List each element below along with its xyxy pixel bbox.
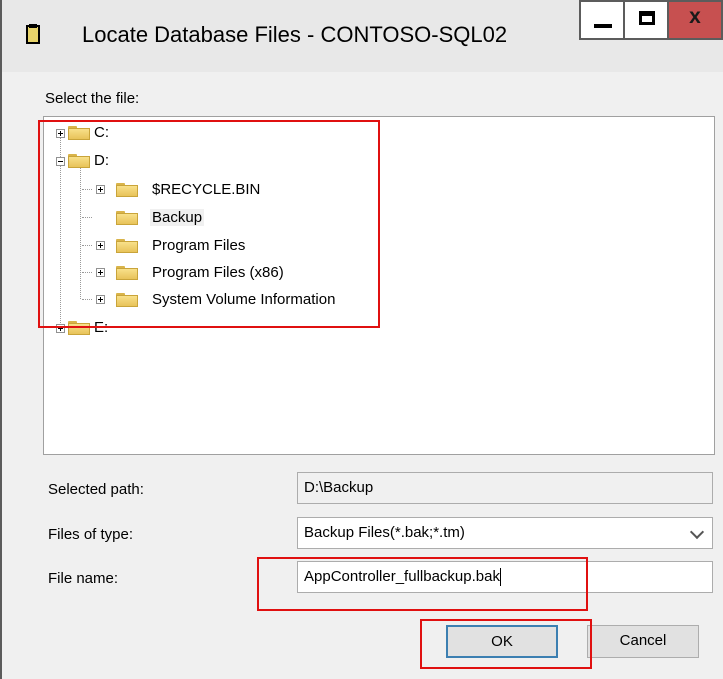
highlight-box-file-name: [257, 557, 588, 611]
close-icon: x: [689, 5, 701, 28]
files-of-type-label: Files of type:: [48, 526, 134, 543]
minimize-button[interactable]: [579, 0, 625, 40]
window-title: Locate Database Files - CONTOSO-SQL02: [82, 22, 508, 47]
selected-path-field: D:\Backup: [297, 472, 713, 504]
cancel-button[interactable]: Cancel: [587, 625, 699, 658]
locate-database-files-dialog: Locate Database Files - CONTOSO-SQL02 x …: [0, 0, 723, 679]
minimize-icon: [594, 24, 612, 28]
select-file-label: Select the file:: [45, 90, 140, 107]
highlight-box-tree: [38, 120, 380, 328]
file-name-label: File name:: [48, 570, 119, 587]
highlight-box-ok: [420, 619, 592, 669]
files-of-type-value: Backup Files(*.bak;*.tm): [304, 524, 465, 541]
database-icon: [26, 24, 40, 44]
selected-path-label: Selected path:: [48, 481, 144, 498]
close-button[interactable]: x: [667, 0, 723, 40]
title-bar[interactable]: Locate Database Files - CONTOSO-SQL02 x: [2, 0, 723, 72]
maximize-icon: [639, 11, 655, 25]
files-of-type-select[interactable]: Backup Files(*.bak;*.tm): [297, 517, 713, 549]
chevron-down-icon[interactable]: [689, 524, 705, 540]
maximize-button[interactable]: [623, 0, 669, 40]
